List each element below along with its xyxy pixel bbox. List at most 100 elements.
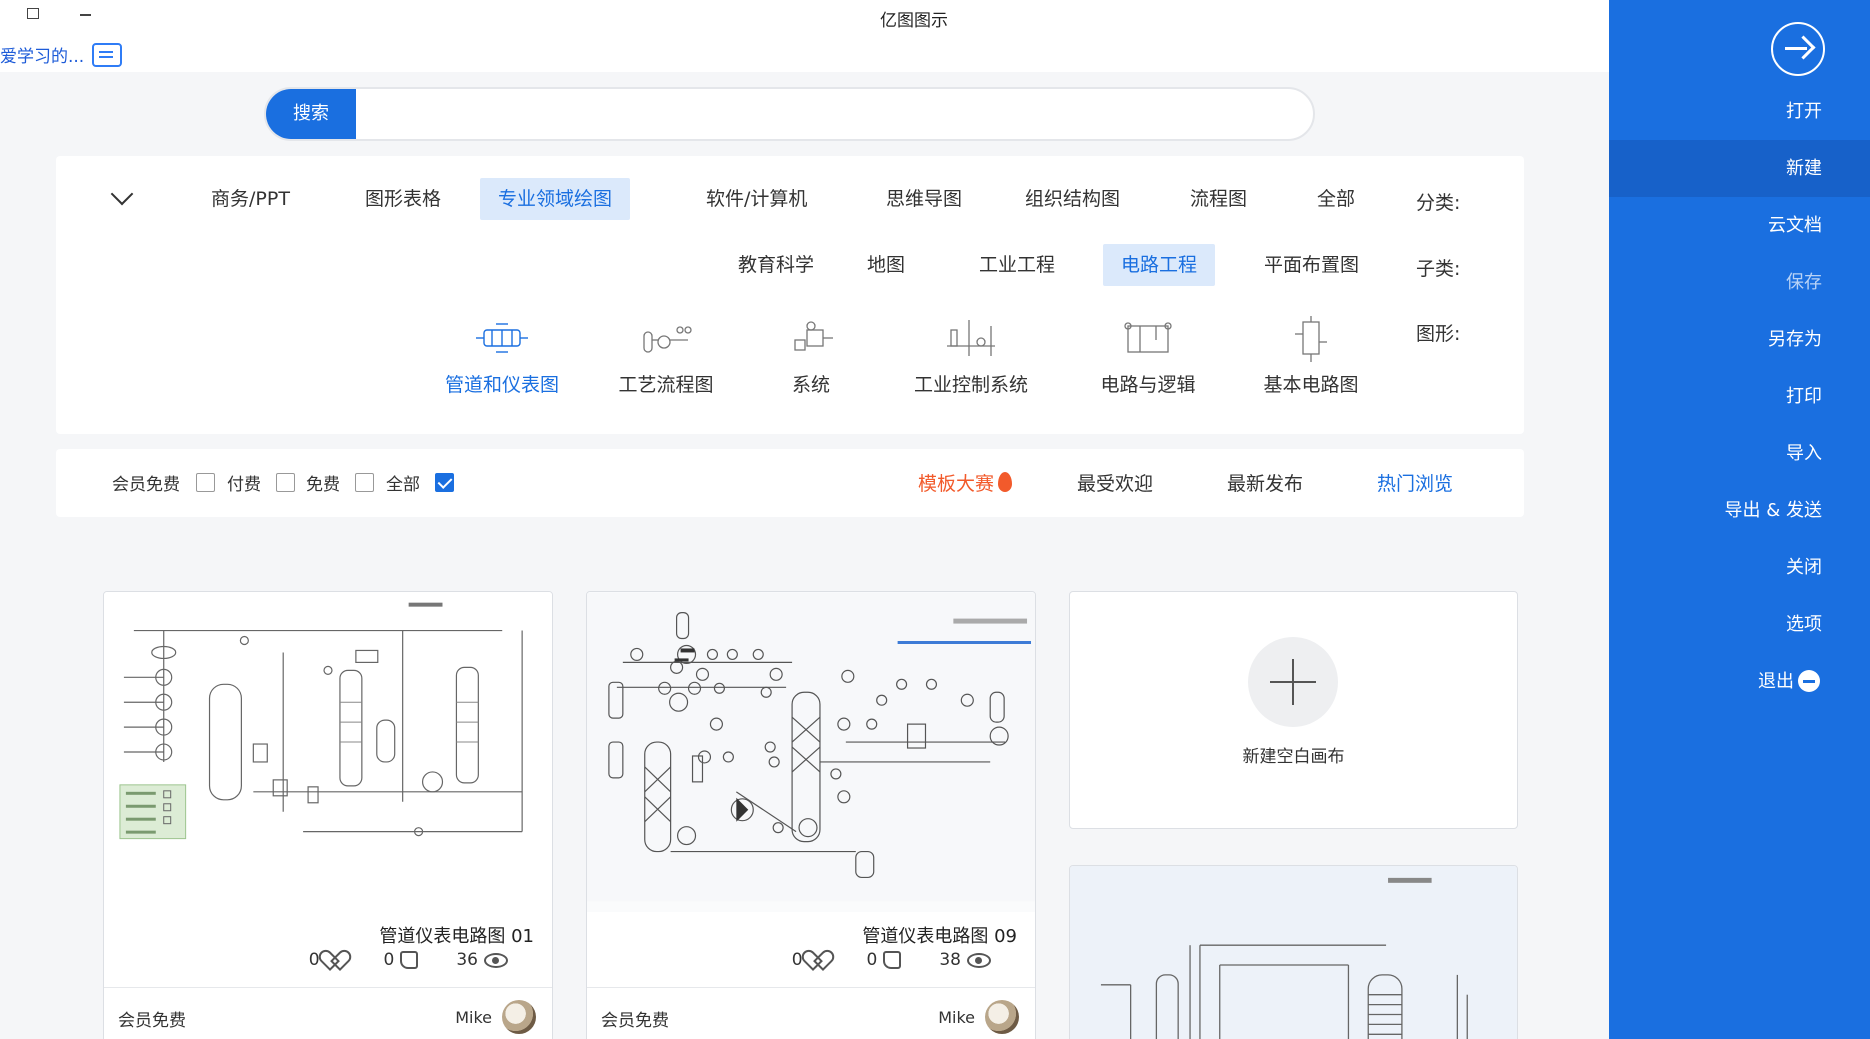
category-professional[interactable]: 专业领域绘图	[480, 178, 631, 220]
shape-process-flow[interactable]: 工艺流程图	[591, 316, 741, 397]
sort-hot[interactable]: 热门浏览	[1377, 469, 1453, 496]
template-author[interactable]: Mike	[455, 1000, 536, 1034]
author-name: Mike	[455, 1007, 492, 1027]
checkbox-member-free-label: 会员免费	[112, 475, 180, 495]
author-name: Mike	[938, 1007, 975, 1027]
template-price: 会员免费	[118, 1011, 186, 1031]
template-card[interactable]: 管道仪表电路图 09 0 0 38 会员免费 Mike	[586, 591, 1036, 1039]
subcategory-label: 子类:	[1416, 258, 1461, 280]
template-author[interactable]: Mike	[938, 1000, 1019, 1034]
shape-circuit-logic[interactable]: 电路与逻辑	[1073, 316, 1223, 397]
checkbox-member-free[interactable]	[196, 473, 215, 492]
sidebar-item-export-send[interactable]: 导出 & 发送	[1609, 482, 1870, 539]
template-card[interactable]	[1069, 865, 1518, 1039]
backstage-sidebar: 打开 新建 云文档 保存 另存为 打印 导入 导出 & 发送 关闭 选项 退出	[1609, 0, 1870, 1039]
sort-newest[interactable]: 最新发布	[1227, 469, 1303, 496]
template-name[interactable]: 管道仪表电路图 01	[379, 922, 534, 948]
shape-circuit-logic-label: 电路与逻辑	[1100, 374, 1196, 396]
category-business-ppt[interactable]: 商务/PPT	[193, 178, 308, 220]
sidebar-item-close[interactable]: 关闭	[1609, 539, 1870, 596]
basic-circuit-icon	[1281, 316, 1341, 362]
checkbox-paid-label: 付费	[227, 475, 261, 495]
sidebar-item-print[interactable]: 打印	[1609, 368, 1870, 425]
user-account-link[interactable]: 爱学习的...	[0, 42, 123, 67]
sidebar-item-open[interactable]: 打开	[1609, 83, 1870, 140]
pid-diagram-thumbnail	[119, 602, 523, 840]
sidebar-item-import[interactable]: 导入	[1609, 425, 1870, 482]
eye-icon	[484, 952, 508, 968]
chevron-down-icon[interactable]	[110, 182, 134, 206]
category-flowchart[interactable]: 流程图	[1172, 178, 1265, 220]
shape-piping-instrument[interactable]: 管道和仪表图	[427, 316, 577, 397]
shape-label: 图形:	[1416, 323, 1461, 345]
category-mind-map[interactable]: 思维导图	[868, 178, 980, 220]
sidebar-item-exit[interactable]: 退出	[1609, 653, 1870, 710]
shape-industrial-control-label: 工业控制系统	[913, 374, 1028, 396]
filter-panel: 分类: 全部 流程图 组织结构图 思维导图 软件/计算机 专业领域绘图 图形表格…	[56, 156, 1524, 434]
category-software[interactable]: 软件/计算机	[688, 178, 825, 220]
checkbox-all[interactable]	[435, 473, 454, 492]
sidebar-item-save[interactable]: 保存	[1609, 254, 1870, 311]
sort-popular[interactable]: 最受欢迎	[1077, 469, 1153, 496]
shape-process-flow-label: 工艺流程图	[618, 374, 714, 396]
shape-system[interactable]: 系统	[736, 316, 886, 397]
search-button[interactable]: 搜索	[266, 89, 356, 139]
pid-diagram-thumbnail	[587, 592, 1035, 902]
card-divider	[104, 987, 552, 988]
category-label: 分类:	[1416, 192, 1461, 214]
maximize-icon[interactable]	[27, 8, 39, 19]
heart-icon	[326, 951, 346, 969]
industrial-control-icon	[941, 316, 1001, 362]
shape-piping-instrument-label: 管道和仪表图	[444, 374, 559, 396]
fire-icon	[998, 472, 1013, 492]
checkbox-free-label: 免费	[306, 475, 340, 495]
subcategory-map[interactable]: 地图	[849, 244, 923, 286]
minimize-icon[interactable]	[80, 14, 91, 16]
title-bar: 亿图图示 爱学习的...	[0, 0, 1609, 72]
exit-icon	[1798, 670, 1820, 692]
search-input[interactable]	[358, 89, 1308, 139]
process-flow-icon	[636, 316, 696, 362]
template-name[interactable]: 管道仪表电路图 09	[862, 922, 1017, 948]
favorite-count[interactable]: 0	[309, 950, 346, 970]
circuit-logic-icon	[1118, 316, 1178, 362]
category-org-chart[interactable]: 组织结构图	[1007, 178, 1138, 220]
sidebar-item-new[interactable]: 新建	[1609, 140, 1870, 197]
card-divider	[587, 987, 1035, 988]
subcategory-education[interactable]: 教育科学	[720, 244, 832, 286]
like-count[interactable]: 0	[867, 950, 902, 970]
sidebar-item-save-as[interactable]: 另存为	[1609, 311, 1870, 368]
category-graphic-table[interactable]: 图形表格	[347, 178, 459, 220]
eye-icon	[967, 952, 991, 968]
subcategory-floor-plan[interactable]: 平面布置图	[1246, 244, 1377, 286]
category-all[interactable]: 全部	[1299, 178, 1373, 220]
avatar	[502, 1000, 536, 1034]
shape-system-label: 系统	[791, 374, 830, 396]
template-price: 会员免费	[601, 1011, 669, 1031]
sidebar-item-options[interactable]: 选项	[1609, 596, 1870, 653]
subcategory-industrial[interactable]: 工业工程	[961, 244, 1073, 286]
shape-industrial-control[interactable]: 工业控制系统	[896, 316, 1046, 397]
avatar	[985, 1000, 1019, 1034]
template-thumbnail	[587, 592, 1035, 912]
checkbox-free[interactable]	[355, 473, 374, 492]
feedback-icon[interactable]	[92, 42, 123, 67]
favorite-count[interactable]: 0	[792, 950, 829, 970]
template-card[interactable]: 管道仪表电路图 01 0 0 36 会员免费 Mike	[103, 591, 553, 1039]
template-contest-label: 模板大赛	[918, 473, 995, 495]
view-count: 38	[939, 950, 991, 970]
like-count[interactable]: 0	[384, 950, 419, 970]
subcategory-circuit[interactable]: 电路工程	[1103, 244, 1216, 286]
open-arrow-icon[interactable]	[1771, 22, 1825, 76]
shape-basic-circuit[interactable]: 基本电路图	[1236, 316, 1386, 397]
shape-basic-circuit-label: 基本电路图	[1263, 374, 1359, 396]
view-count: 36	[456, 950, 508, 970]
new-blank-canvas-card[interactable]: 新建空白画布	[1069, 591, 1518, 829]
template-stats: 0 0 38	[792, 950, 991, 970]
sort-template-contest[interactable]: 模板大赛	[918, 469, 1013, 496]
checkbox-paid[interactable]	[276, 473, 295, 492]
sidebar-item-cloud-docs[interactable]: 云文档	[1609, 197, 1870, 254]
new-blank-canvas-label: 新建空白画布	[1242, 747, 1345, 767]
template-thumbnail	[104, 592, 552, 912]
plus-icon[interactable]	[1248, 637, 1338, 727]
